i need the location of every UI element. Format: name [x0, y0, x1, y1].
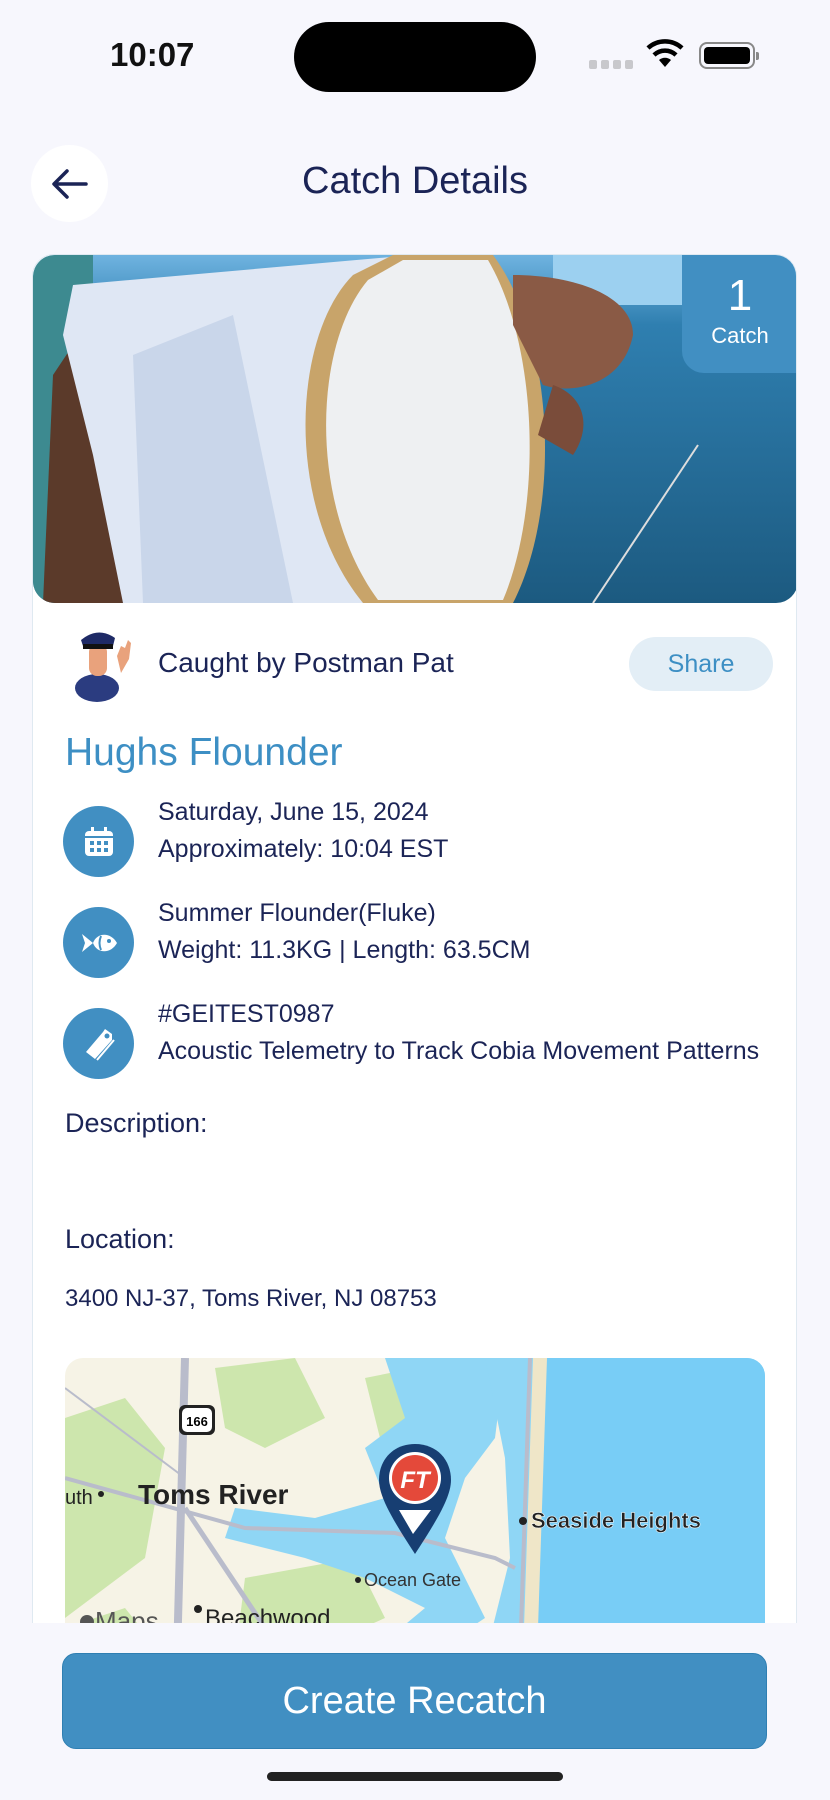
tag-icon: [63, 1008, 134, 1079]
avatar[interactable]: [65, 626, 139, 702]
catch-name: Hughs Flounder: [65, 731, 343, 774]
tag-row: #GEITEST0987 Acoustic Telemetry to Track…: [63, 1000, 796, 1088]
map-label-seaside-heights: Seaside Heights: [531, 1508, 701, 1533]
species-row: Summer Flounder(Fluke) Weight: 11.3KG | …: [63, 899, 796, 987]
catch-time: Approximately: 10:04 EST: [158, 835, 449, 863]
description-label: Description:: [65, 1108, 208, 1138]
svg-text:166: 166: [186, 1414, 208, 1429]
page-title: Catch Details: [302, 160, 528, 202]
location-label: Location:: [65, 1224, 175, 1254]
svg-text:FT: FT: [400, 1467, 432, 1494]
catch-count-badge: 1 Catch: [682, 255, 796, 373]
project-name: Acoustic Telemetry to Track Cobia Moveme…: [158, 1037, 760, 1065]
address: 3400 NJ-37, Toms River, NJ 08753: [65, 1285, 437, 1312]
date-row: Saturday, June 15, 2024 Approximately: 1…: [63, 798, 796, 886]
map-label-partial: uth: [65, 1487, 93, 1509]
calendar-icon: [63, 806, 134, 877]
map-label-ocean-gate: Ocean Gate: [364, 1570, 461, 1590]
location-map[interactable]: 166 uth Toms River Seaside Heights Ocean…: [65, 1358, 765, 1653]
map-label-toms-river: Toms River: [138, 1479, 289, 1510]
fish-icon: [63, 907, 134, 978]
dynamic-island: [294, 22, 536, 92]
weight-length: Weight: 11.3KG | Length: 63.5CM: [158, 936, 531, 964]
battery-icon: [699, 42, 759, 69]
home-indicator[interactable]: [267, 1772, 563, 1781]
catch-card: 1 Catch Caught by Postman Pat Share Hugh…: [32, 254, 797, 1654]
catch-photo[interactable]: 1 Catch: [33, 255, 796, 603]
route-166-shield: 166: [179, 1405, 215, 1435]
caught-by-text: Caught by Postman Pat: [158, 647, 454, 678]
share-button[interactable]: Share: [629, 637, 773, 691]
catch-date: Saturday, June 15, 2024: [158, 798, 429, 826]
tag-id: #GEITEST0987: [158, 1000, 335, 1028]
create-recatch-button[interactable]: Create Recatch: [62, 1653, 767, 1749]
status-time: 10:07: [110, 36, 195, 73]
catch-count-label: Catch: [711, 323, 769, 348]
cellular-signal-icon: [589, 60, 633, 69]
catch-count: 1: [727, 271, 753, 320]
wifi-icon: [646, 39, 684, 67]
species-name: Summer Flounder(Fluke): [158, 899, 436, 927]
